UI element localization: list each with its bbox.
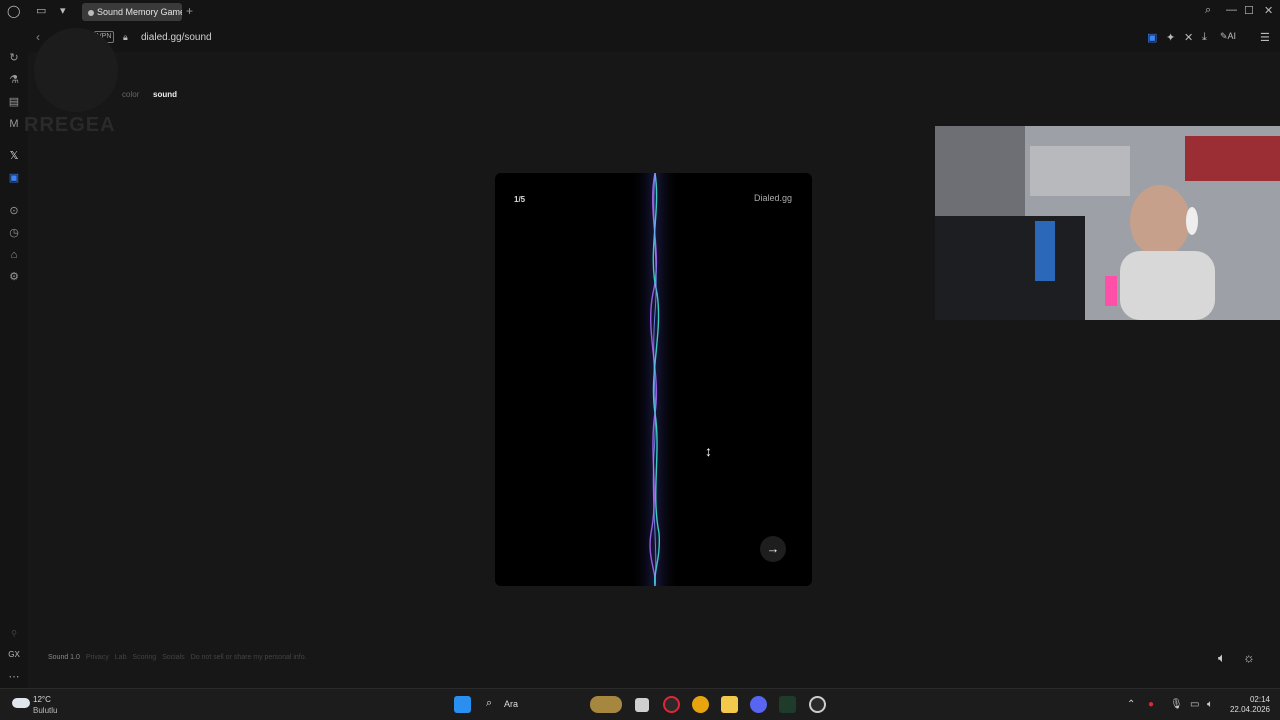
taskbar-obs-icon[interactable] [809, 696, 826, 713]
tray-overflow-icon[interactable]: ⌃ [1127, 699, 1135, 710]
sidebar-more-icon[interactable]: ⋯ [7, 670, 21, 684]
footer-version: Sound 1.0 [48, 654, 80, 661]
webcam-wall-posters [1030, 146, 1130, 196]
screen: ◯ ▭ ▾ Sound Memory Game + ⌕ — ☐ ✕ ‹ › ↻ … [0, 0, 1280, 720]
stream-overlay-avatar [34, 28, 118, 112]
webcam-person-body [1120, 251, 1215, 320]
sidebar-translate-icon[interactable]: ▣ [7, 171, 21, 185]
taskbar-opera-gx-icon[interactable] [663, 696, 680, 713]
easy-setup-icon[interactable]: ☰ [1260, 31, 1270, 44]
footer-do-not-sell-link[interactable]: Do not sell or share my personal info. [191, 654, 307, 661]
taskbar-clock[interactable]: 02:14 22.04.2026 [1228, 695, 1270, 715]
sidebar-history-icon[interactable]: ◷ [7, 226, 21, 240]
sidebar-pin-icon[interactable]: ⚲ [7, 627, 21, 641]
volume-icon[interactable]: 🔈︎ [1218, 650, 1226, 666]
brand-label: Dialed.gg [753, 193, 792, 203]
taskbar-explorer-icon[interactable] [721, 696, 738, 713]
webcam-pink-light [1105, 276, 1117, 306]
webcam-overlay [935, 126, 1280, 320]
extension-translate-icon[interactable]: ▣ [1147, 31, 1157, 44]
next-button[interactable]: → [760, 536, 786, 562]
theme-toggle-icon[interactable]: ☼ [1243, 650, 1255, 665]
task-view-icon[interactable] [635, 698, 649, 712]
ai-button[interactable]: ✎AI [1220, 31, 1236, 42]
page-footer: Sound 1.0 Privacy Lab Scoring Socials Do… [48, 654, 311, 661]
tray-network-icon[interactable]: ▭ [1190, 699, 1199, 710]
round-counter: 1/5 [514, 195, 526, 204]
close-icon[interactable]: ✕ [1264, 4, 1273, 17]
tab-islands-icon[interactable]: ▭ [36, 4, 46, 17]
webcam-person-head [1130, 185, 1190, 257]
taskbar-search-icon[interactable]: ⌕ [486, 697, 492, 710]
sidebar-aria-icon[interactable]: ↻ [7, 51, 21, 65]
browser-tab-bar: ◯ ▭ ▾ Sound Memory Game + ⌕ — ☐ ✕ [0, 0, 1280, 24]
sound-waveform [630, 173, 680, 586]
taskbar-discord-icon[interactable] [750, 696, 767, 713]
download-icon[interactable]: ⤓ [1202, 31, 1207, 44]
url-field[interactable]: dialed.gg/sound [141, 32, 212, 43]
webcam-red-banner [1185, 136, 1280, 181]
tray-volume-icon[interactable]: 🔈︎ [1207, 699, 1213, 710]
footer-lab-link[interactable]: Lab [115, 654, 127, 661]
resize-cursor-icon: ↕ [705, 443, 712, 459]
windows-taskbar: 12°C Bulutlu ⌕ Ara ⌃ ● 🎙︎ ▭ 🔈︎ 02:14 22.… [0, 688, 1280, 720]
sidebar-workspaces-icon[interactable]: ⚗ [7, 73, 21, 87]
clock-date: 22.04.2026 [1229, 705, 1270, 714]
nav-sound-link[interactable]: sound [153, 90, 177, 99]
sidebar-messenger-icon[interactable]: ▤ [7, 95, 21, 109]
webcam-headset [1186, 207, 1198, 235]
footer-scoring-link[interactable]: Scoring [132, 654, 156, 661]
lock-icon[interactable]: 🔒︎ [123, 32, 128, 43]
sidebar-gx-icon[interactable]: GX [7, 648, 21, 662]
weather-temp[interactable]: 12°C [33, 695, 51, 704]
tab-sound-memory-game[interactable]: Sound Memory Game [82, 3, 182, 21]
extension-snapshot-icon[interactable]: ✕ [1184, 31, 1193, 44]
tab-title: Sound Memory Game [97, 7, 182, 17]
taskbar-app-icon[interactable] [779, 696, 796, 713]
sidebar-m-icon[interactable]: M [7, 117, 21, 131]
stream-overlay-logo: RREGEA [24, 114, 116, 136]
tab-favicon-icon [88, 9, 94, 16]
extension-puzzle-icon[interactable]: ✦ [1166, 31, 1175, 44]
weather-cloud-icon [12, 698, 30, 708]
footer-privacy-link[interactable]: Privacy [86, 654, 109, 661]
taskbar-widget-icon[interactable] [590, 696, 622, 713]
clock-time: 02:14 [1249, 695, 1270, 704]
webcam-pc-case [935, 216, 1085, 320]
tray-app-icon[interactable]: ● [1148, 699, 1154, 710]
minimize-icon[interactable]: — [1226, 4, 1237, 16]
tray-mic-icon[interactable]: 🎙︎ [1170, 699, 1183, 710]
sidebar-x-icon[interactable]: 𝕏 [7, 149, 21, 163]
taskbar-chrome-icon[interactable] [692, 696, 709, 713]
tab-search-icon[interactable]: ▾ [60, 4, 66, 17]
webcam-rgb-light [1035, 221, 1055, 281]
nav-color-link[interactable]: color [122, 90, 139, 99]
new-tab-button[interactable]: + [186, 4, 193, 18]
sound-game-card[interactable]: 1/5 Dialed.gg → [495, 173, 812, 586]
sidebar-settings-icon[interactable]: ⚙ [7, 270, 21, 284]
sidebar-extensions-icon[interactable]: ⌂ [7, 248, 21, 262]
address-bar-row: ‹ › ↻ VPN 🔒︎ dialed.gg/sound ▣ ✦ ✕ ⤓ ✎AI… [28, 24, 1280, 52]
footer-socials-link[interactable]: Socials [162, 654, 185, 661]
search-icon[interactable]: ⌕ [1205, 4, 1211, 17]
opera-menu-icon[interactable]: ◯ [7, 4, 20, 18]
maximize-icon[interactable]: ☐ [1244, 4, 1254, 17]
sidebar-player-icon[interactable]: ⊙ [7, 204, 21, 218]
windows-start-icon[interactable] [454, 696, 471, 713]
weather-desc[interactable]: Bulutlu [33, 706, 57, 715]
back-icon[interactable]: ‹ [36, 30, 40, 44]
ai-label: AI [1227, 31, 1237, 41]
taskbar-search-field[interactable]: Ara [504, 699, 518, 709]
